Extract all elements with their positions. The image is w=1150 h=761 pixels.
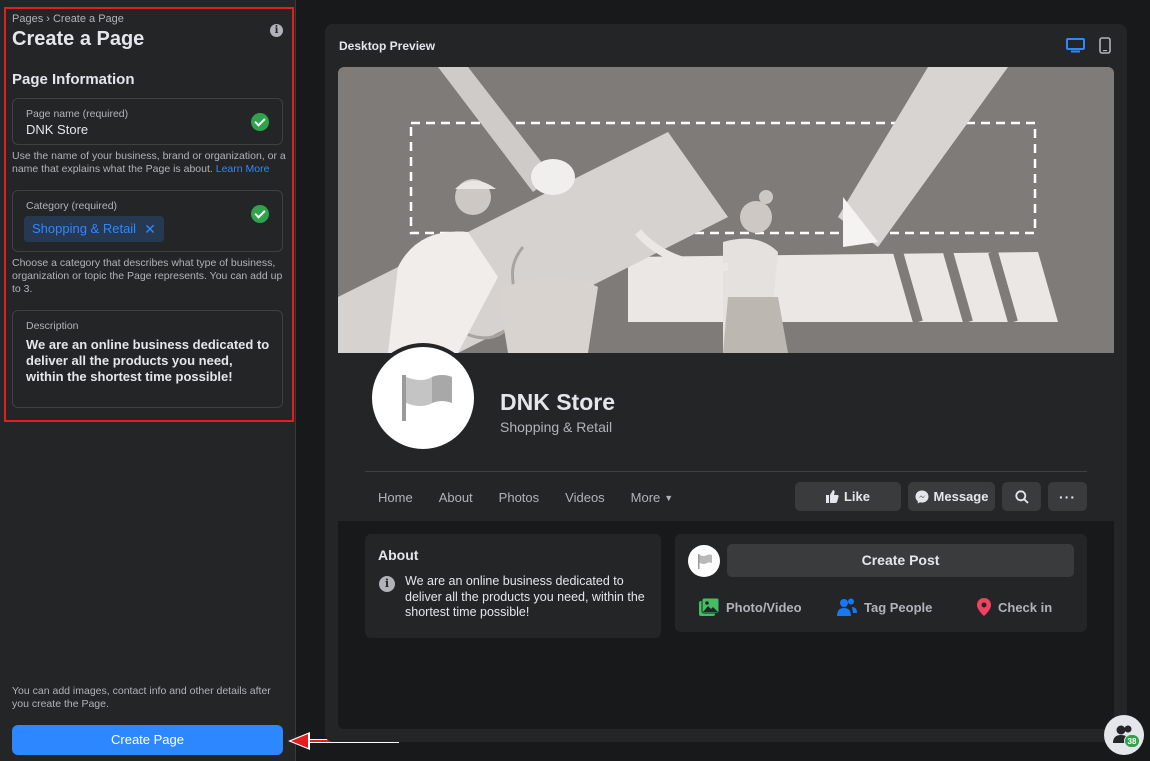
flag-icon [698,554,712,569]
caret-down-icon: ▼ [664,493,674,503]
message-button[interactable]: Message [908,482,995,511]
messenger-icon [915,490,929,503]
tab-more[interactable]: More ▼ [618,483,687,513]
tag-people-icon [837,598,857,616]
cover-illustration [338,67,1114,353]
photo-video-button[interactable]: Photo/Video [699,598,802,616]
tag-people-label: Tag People [864,599,933,615]
flag-icon [402,375,452,421]
search-icon [1014,489,1029,504]
desktop-icon[interactable] [1066,38,1085,53]
create-post-card: Create Post Photo/Video Tag People Check… [675,534,1087,632]
tab-videos[interactable]: Videos [552,483,618,513]
check-in-button[interactable]: Check in [977,598,1052,616]
tag-people-button[interactable]: Tag People [837,598,932,616]
thumbs-up-icon [825,490,839,503]
photo-video-label: Photo/Video [726,599,802,615]
preview-label: Desktop Preview [339,39,436,53]
cover-photo [338,67,1114,353]
avatar [688,545,720,577]
mobile-icon[interactable] [1099,37,1111,54]
preview-page-category[interactable]: Shopping & Retail [500,419,612,435]
page-preview: DNK Store Shopping & Retail Home About P… [338,67,1114,729]
tab-photos[interactable]: Photos [486,483,552,513]
location-pin-icon [977,598,991,616]
about-card: About i We are an online business dedica… [365,534,661,638]
notification-badge: 38 [1124,734,1140,748]
page-tabs: Home About Photos Videos More ▼ [365,483,686,513]
bottom-note: You can add images, contact info and oth… [12,685,271,710]
search-button[interactable] [1002,482,1041,511]
create-post-button[interactable]: Create Post [727,544,1074,577]
people-icon [1113,725,1132,743]
tab-about[interactable]: About [426,483,486,513]
tab-more-label: More [630,490,661,505]
contacts-button[interactable] [1104,715,1144,755]
like-label: Like [843,489,870,504]
divider [365,471,1087,472]
info-icon: i [379,576,395,592]
message-label: Message [933,489,989,504]
highlight-annotation [4,7,294,422]
create-page-button[interactable]: Create Page [12,725,283,755]
more-options-button[interactable]: ··· [1048,482,1087,511]
tab-home[interactable]: Home [365,483,426,513]
preview-panel: Desktop Preview DNK Store Shopping & Ret… [325,24,1127,742]
preview-page-name: DNK Store [500,389,616,415]
photo-icon [699,598,719,616]
check-in-label: Check in [998,599,1053,615]
avatar [368,343,478,453]
about-text: We are an online business dedicated to d… [405,574,645,619]
ellipsis-icon: ··· [1059,488,1076,505]
like-button[interactable]: Like [795,482,901,511]
about-title: About [378,547,419,563]
